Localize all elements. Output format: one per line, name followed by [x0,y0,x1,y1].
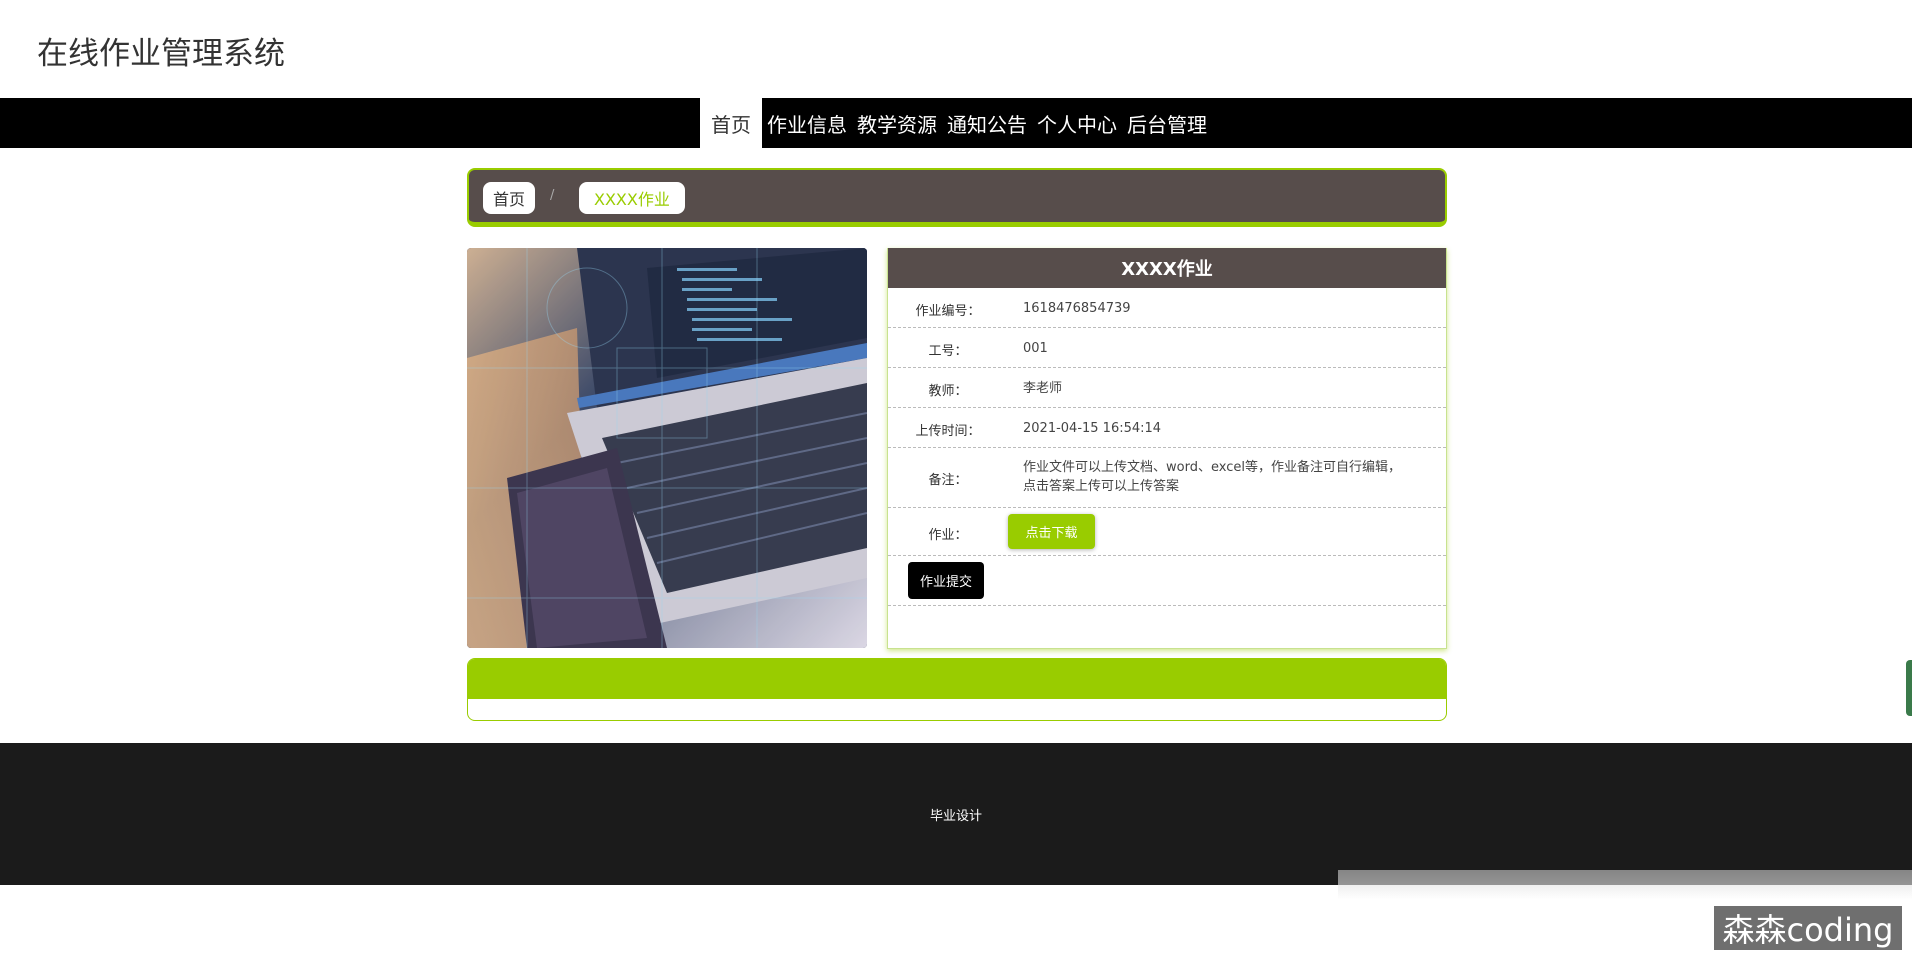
top-navbar: 首页 作业信息 教学资源 通知公告 个人中心 后台管理 [0,98,1912,148]
site-title: 在线作业管理系统 [37,36,285,72]
field-row-homework-file: 作业： 点击下载 [888,508,1446,556]
overlay-fade [1338,870,1912,900]
watermark: 森森coding [1714,906,1902,950]
submit-homework-button[interactable]: 作业提交 [908,562,984,599]
nav-item-personal-center[interactable]: 个人中心 [1032,98,1122,148]
nav-item-homework-info[interactable]: 作业信息 [762,98,852,148]
field-label: 作业编号： [915,304,981,319]
breadcrumb-separator: / [550,188,555,203]
homework-cover-image [467,248,867,648]
field-label: 教师： [928,384,968,399]
field-row-upload-time: 上传时间： 2021-04-15 16:54:14 [888,408,1446,448]
field-row-staff-id: 工号： 001 [888,328,1446,368]
field-label: 备注： [928,473,968,488]
field-value: 2021-04-15 16:54:14 [1023,421,1162,436]
nav-item-announcements[interactable]: 通知公告 [942,98,1032,148]
breadcrumb-home-link[interactable]: 首页 [483,182,536,214]
field-label: 作业： [928,528,968,543]
breadcrumb: 首页 / XXXX作业 [467,168,1447,227]
homework-detail-panel: XXXX作业 作业编号： 1618476854739 工号： 001 教师： 李… [887,248,1447,649]
footer-text: 毕业设计 [929,809,982,824]
field-value: 001 [1023,341,1048,356]
comments-section-header [468,659,1446,699]
submit-row: 作业提交 [888,556,1446,606]
side-float-tab[interactable] [1906,660,1912,716]
download-button[interactable]: 点击下载 [1008,514,1095,549]
comments-section [467,658,1447,721]
nav-item-home[interactable]: 首页 [700,98,762,148]
field-row-homework-id: 作业编号： 1618476854739 [888,288,1446,328]
field-row-teacher: 教师： 李老师 [888,368,1446,408]
field-label: 上传时间： [915,424,981,439]
detail-title: XXXX作业 [888,248,1446,288]
field-label: 工号： [928,344,968,359]
field-value: 1618476854739 [1023,301,1131,316]
page: 在线作业管理系统 首页 作业信息 教学资源 通知公告 个人中心 后台管理 首页 … [0,0,1912,966]
footer: 毕业设计 [0,743,1912,885]
nav-item-admin[interactable]: 后台管理 [1122,98,1212,148]
field-value: 李老师 [1023,381,1063,396]
nav-item-teaching-resources[interactable]: 教学资源 [852,98,942,148]
field-row-remarks: 备注： 作业文件可以上传文档、word、excel等，作业备注可自行编辑，点击答… [888,448,1446,508]
breadcrumb-current: XXXX作业 [579,182,685,214]
field-value: 作业文件可以上传文档、word、excel等，作业备注可自行编辑，点击答案上传可… [1023,460,1401,494]
